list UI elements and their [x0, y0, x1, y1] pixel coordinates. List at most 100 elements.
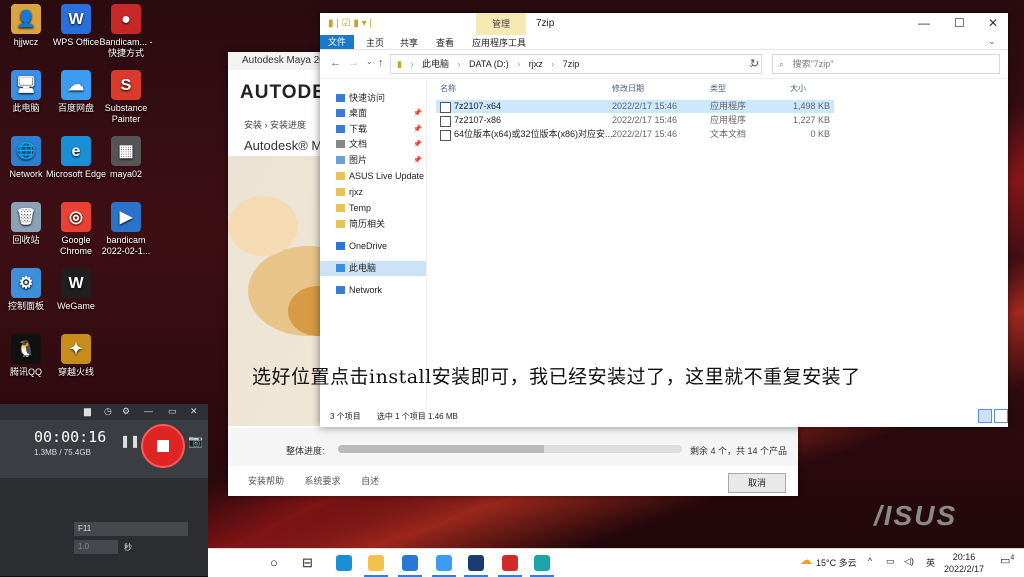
clock[interactable]: 20:16 2022/2/17 — [944, 551, 984, 575]
volume-icon[interactable]: ◁) — [904, 556, 914, 567]
nav-item-label: 快速访问 — [349, 93, 386, 103]
column-name[interactable]: 名称 — [440, 83, 456, 94]
tab-view[interactable]: 查看 — [436, 36, 454, 49]
nav-item[interactable]: OneDrive — [320, 239, 426, 254]
ribbon-tabs: 文件 主页 共享 查看 应用程序工具 ⌄ — [320, 35, 1008, 50]
edge-icon[interactable] — [336, 555, 352, 571]
desktop-icon[interactable]: ▶ bandicam 2022-02-1... — [95, 202, 157, 257]
pin-icon[interactable]: 📌 — [413, 122, 422, 137]
nav-item[interactable]: 文档 📌 — [320, 137, 426, 152]
install-help-link[interactable]: 安装帮助 — [248, 476, 284, 486]
view-toggle — [976, 409, 1008, 426]
nav-item[interactable]: Network — [320, 283, 426, 298]
weather-icon[interactable]: ☁ — [800, 553, 812, 567]
nav-item[interactable]: rjxz — [320, 185, 426, 200]
nav-item[interactable]: 图片 📌 — [320, 153, 426, 168]
cancel-button[interactable]: 取消 — [728, 473, 786, 493]
search-icon[interactable]: ○ — [270, 555, 286, 571]
file-type: 应用程序 — [710, 115, 747, 125]
recent-dropdown-icon[interactable]: ⌄ — [366, 57, 373, 66]
gear-icon[interactable]: ⚙ — [122, 406, 130, 417]
bandicam-icon[interactable] — [502, 555, 518, 571]
app-icon: 🐧 — [11, 334, 41, 364]
tab-app-tools[interactable]: 应用程序工具 — [472, 36, 526, 49]
nav-item[interactable]: 下载 📌 — [320, 122, 426, 137]
nav-item[interactable]: 简历相关 — [320, 217, 426, 232]
quick-access-toolbar-icon[interactable]: ▮ | ☑ ▮ ▾ | — [328, 18, 372, 29]
address-bar[interactable]: ▮ › 此电脑 › DATA (D:) › rjxz › 7zip ⌄ — [390, 54, 762, 74]
maya-icon[interactable] — [534, 555, 550, 571]
desktop-icon[interactable]: ● Bandicam... - 快捷方式 — [95, 4, 157, 59]
crumb-data-drive[interactable]: DATA (D:) — [469, 59, 509, 69]
desktop-icon-label: Bandicam... - 快捷方式 — [99, 37, 153, 58]
pin-icon[interactable]: 📌 — [413, 137, 422, 152]
file-row[interactable]: 7z2107-x86 2022/2/17 15:46 应用程序 1,227 KB — [436, 114, 834, 127]
nav-item[interactable]: 此电脑 — [320, 261, 426, 276]
desktop-icon[interactable]: W WeGame — [45, 268, 107, 312]
notification-center-icon[interactable]: ▭4 — [1000, 554, 1014, 567]
baidu-netdisk-icon[interactable] — [436, 555, 452, 571]
taskbar: ○ ⊟ ☁ 15°C 多云 ^ ▭ ◁) 英 20:16 2022/2/17 ▭4 — [208, 548, 1024, 577]
mail-icon[interactable] — [402, 555, 418, 571]
maximize-icon[interactable]: ☐ — [954, 16, 965, 30]
forward-icon[interactable]: → — [348, 57, 359, 69]
star-icon — [336, 94, 345, 102]
pause-icon[interactable]: ❚❚ — [120, 434, 140, 448]
task-view-icon[interactable]: ⊟ — [302, 555, 318, 571]
tab-file[interactable]: 文件 — [320, 35, 354, 49]
clock-date: 2022/2/17 — [944, 564, 985, 574]
file-row[interactable]: 7z2107-x64 2022/2/17 15:46 应用程序 1,498 KB — [436, 100, 834, 113]
stop-record-button[interactable] — [141, 424, 185, 468]
desktop-icon[interactable]: S Substance Painter — [95, 70, 157, 125]
refresh-icon[interactable]: ↻ — [750, 57, 759, 70]
crumb-this-pc[interactable]: 此电脑 — [422, 59, 449, 69]
up-icon[interactable]: ↑ — [378, 57, 384, 69]
file-row[interactable]: 64位版本(x64)或32位版本(x86)对应安... 2022/2/17 15:… — [436, 128, 834, 141]
readme-link[interactable]: 自述 — [361, 476, 379, 486]
nav-item[interactable]: 快速访问 — [320, 91, 426, 106]
hotkey-field[interactable]: F11 — [74, 522, 188, 536]
overall-progress-label: 整体进度: — [286, 446, 325, 456]
input-method[interactable]: 英 — [926, 556, 935, 569]
ribbon-expand-icon[interactable]: ⌄ — [988, 36, 996, 47]
minimize-icon[interactable]: — — [918, 16, 930, 30]
nav-item[interactable]: Temp — [320, 201, 426, 216]
tray-chevron-icon[interactable]: ^ — [868, 556, 872, 566]
desktop-icon[interactable]: ▦ maya02 — [95, 136, 157, 180]
pin-icon[interactable]: 📌 — [413, 106, 422, 121]
details-view-icon[interactable] — [978, 409, 992, 423]
file-explorer-icon[interactable] — [368, 555, 384, 571]
nav-item[interactable]: ASUS Live Update — [320, 169, 426, 184]
column-date[interactable]: 修改日期 — [612, 83, 644, 94]
folder-icon[interactable]: ▆ — [84, 406, 91, 417]
column-type[interactable]: 类型 — [710, 83, 726, 94]
tab-share[interactable]: 共享 — [400, 36, 418, 49]
column-size[interactable]: 大小 — [790, 83, 806, 94]
minimize-icon[interactable]: — — [144, 406, 153, 416]
network-icon[interactable]: ▭ — [886, 556, 895, 567]
crumb-7zip[interactable]: 7zip — [563, 59, 580, 69]
weather-text[interactable]: 15°C 多云 — [816, 556, 857, 569]
7zip-icon[interactable] — [468, 555, 484, 571]
search-input[interactable]: ⌕ 搜索"7zip" — [772, 54, 1000, 74]
timer-icon[interactable]: ◷ — [104, 406, 112, 417]
screenshot-icon[interactable]: 📷 — [188, 434, 203, 448]
file-date: 2022/2/17 15:46 — [612, 115, 678, 125]
large-icons-view-icon[interactable] — [994, 409, 1008, 423]
nav-item-label: ASUS Live Update — [349, 171, 425, 181]
back-icon[interactable]: ← — [330, 57, 341, 69]
manage-context-tab[interactable]: 管理 — [476, 13, 526, 35]
desktop-icon-label: WeGame — [57, 301, 95, 311]
pin-icon[interactable]: 📌 — [413, 153, 422, 168]
delay-field[interactable]: 1.0 — [74, 540, 118, 554]
close-icon[interactable]: ✕ — [988, 16, 998, 30]
nav-item[interactable]: 桌面 📌 — [320, 106, 426, 121]
crumb-rjxz[interactable]: rjxz — [529, 59, 543, 69]
asus-logo: /ISUS — [874, 500, 958, 531]
tab-home[interactable]: 主页 — [366, 36, 384, 49]
desktop-icon[interactable]: ✦ 穿越火线 — [45, 334, 107, 378]
notification-count: 4 — [1010, 554, 1015, 562]
restore-icon[interactable]: ▭ — [168, 406, 177, 417]
close-icon[interactable]: ✕ — [190, 406, 198, 417]
system-requirements-link[interactable]: 系统要求 — [305, 476, 341, 486]
